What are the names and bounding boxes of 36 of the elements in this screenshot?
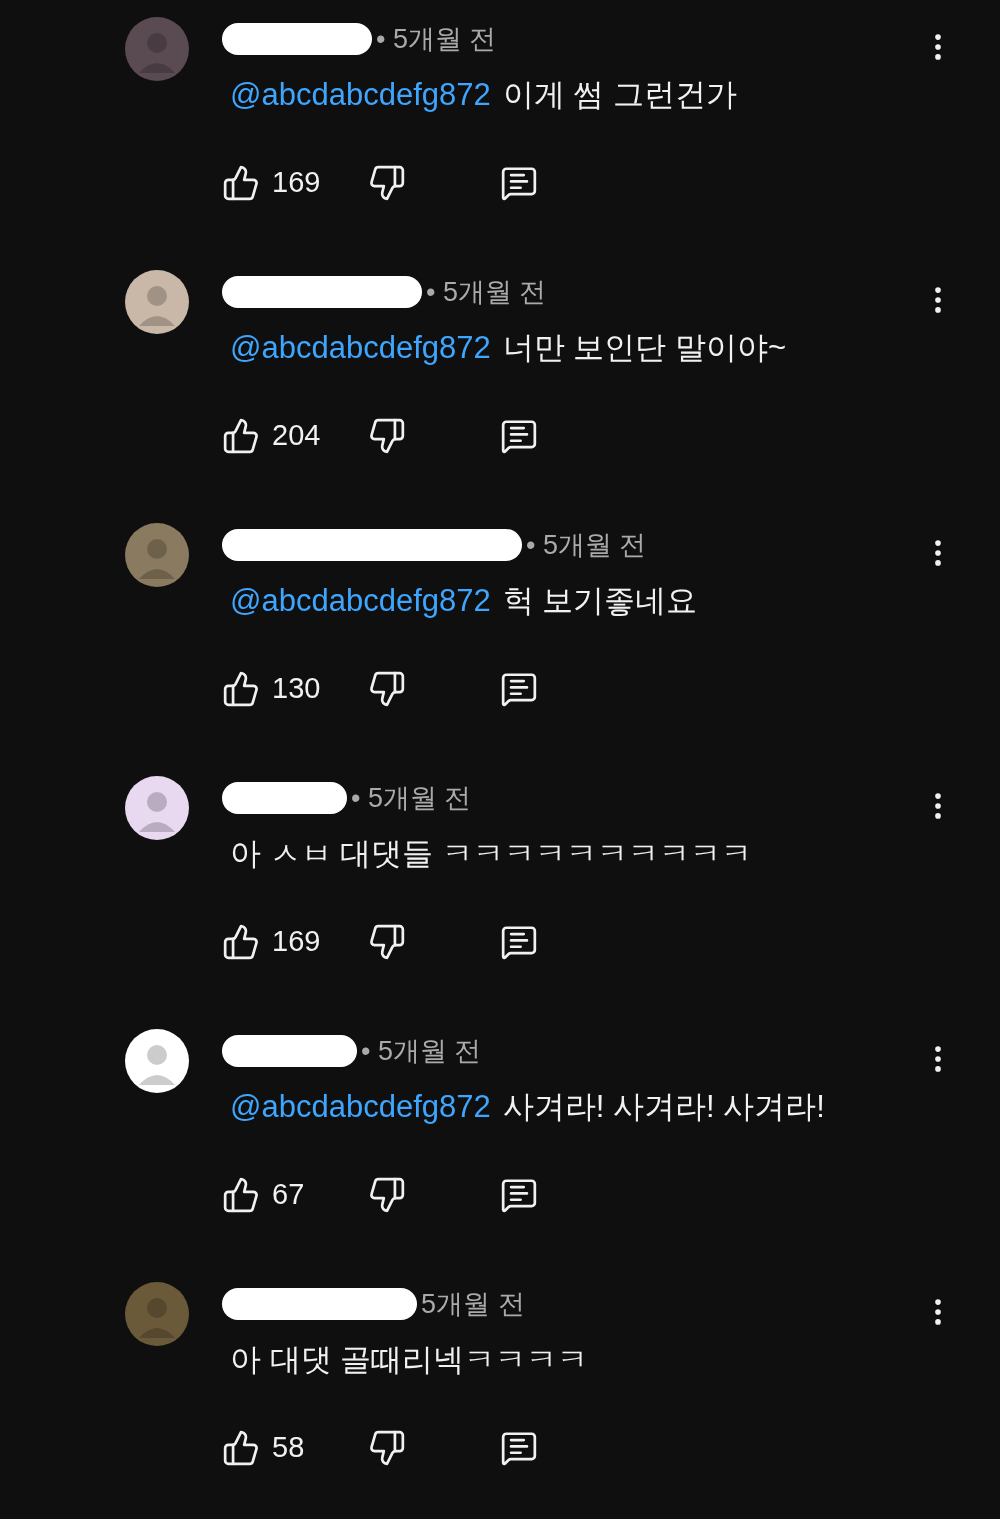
thumbs-down-icon[interactable] bbox=[368, 922, 406, 961]
comment-time: • 5개월 전 bbox=[526, 528, 647, 562]
thumbs-down-icon[interactable] bbox=[368, 416, 406, 455]
like-button[interactable]: 67 bbox=[222, 1173, 368, 1217]
comment-text: @abcdabcdefg872 너만 보인단 말이야~ bbox=[230, 329, 788, 367]
avatar bbox=[125, 523, 189, 587]
comment-text: 아 대댓 골때리넥ㅋㅋㅋㅋ bbox=[230, 1341, 590, 1379]
like-button[interactable]: 58 bbox=[222, 1426, 368, 1470]
comment-text: @abcdabcdefg872 헉 보기좋네요 bbox=[230, 582, 699, 620]
avatar bbox=[125, 1029, 189, 1093]
thumbs-up-icon bbox=[222, 163, 260, 202]
thumbs-down-icon[interactable] bbox=[368, 669, 406, 708]
thumbs-up-icon bbox=[222, 669, 260, 708]
thumbs-up-icon bbox=[222, 922, 260, 961]
avatar bbox=[125, 776, 189, 840]
thumbs-up-icon bbox=[222, 1175, 260, 1214]
comment-time: • 5개월 전 bbox=[376, 22, 497, 56]
comment-time: 5개월 전 bbox=[421, 1287, 525, 1321]
avatar bbox=[125, 1282, 189, 1346]
comment-time: • 5개월 전 bbox=[426, 275, 547, 309]
like-button[interactable]: 169 bbox=[222, 920, 368, 964]
thumbs-down-icon[interactable] bbox=[368, 1175, 406, 1214]
like-button[interactable]: 204 bbox=[222, 414, 368, 458]
thumbs-up-icon bbox=[222, 1428, 260, 1467]
avatar bbox=[125, 270, 189, 334]
comment-time: • 5개월 전 bbox=[361, 1034, 482, 1068]
comment-text: @abcdabcdefg872 사겨라! 사겨라! 사겨라! bbox=[230, 1088, 826, 1126]
like-button[interactable]: 130 bbox=[222, 667, 368, 711]
comment-time: • 5개월 전 bbox=[351, 781, 472, 815]
comment-text: @abcdabcdefg872 이게 썸 그런건가 bbox=[230, 76, 738, 114]
thumbs-up-icon bbox=[222, 416, 260, 455]
comment-text: 아 ㅅㅂ 대댓들 ㅋㅋㅋㅋㅋㅋㅋㅋㅋㅋ bbox=[230, 835, 753, 873]
thumbs-down-icon[interactable] bbox=[368, 1428, 406, 1467]
thumbs-down-icon[interactable] bbox=[368, 163, 406, 202]
avatar bbox=[125, 17, 189, 81]
like-button[interactable]: 169 bbox=[222, 161, 368, 205]
